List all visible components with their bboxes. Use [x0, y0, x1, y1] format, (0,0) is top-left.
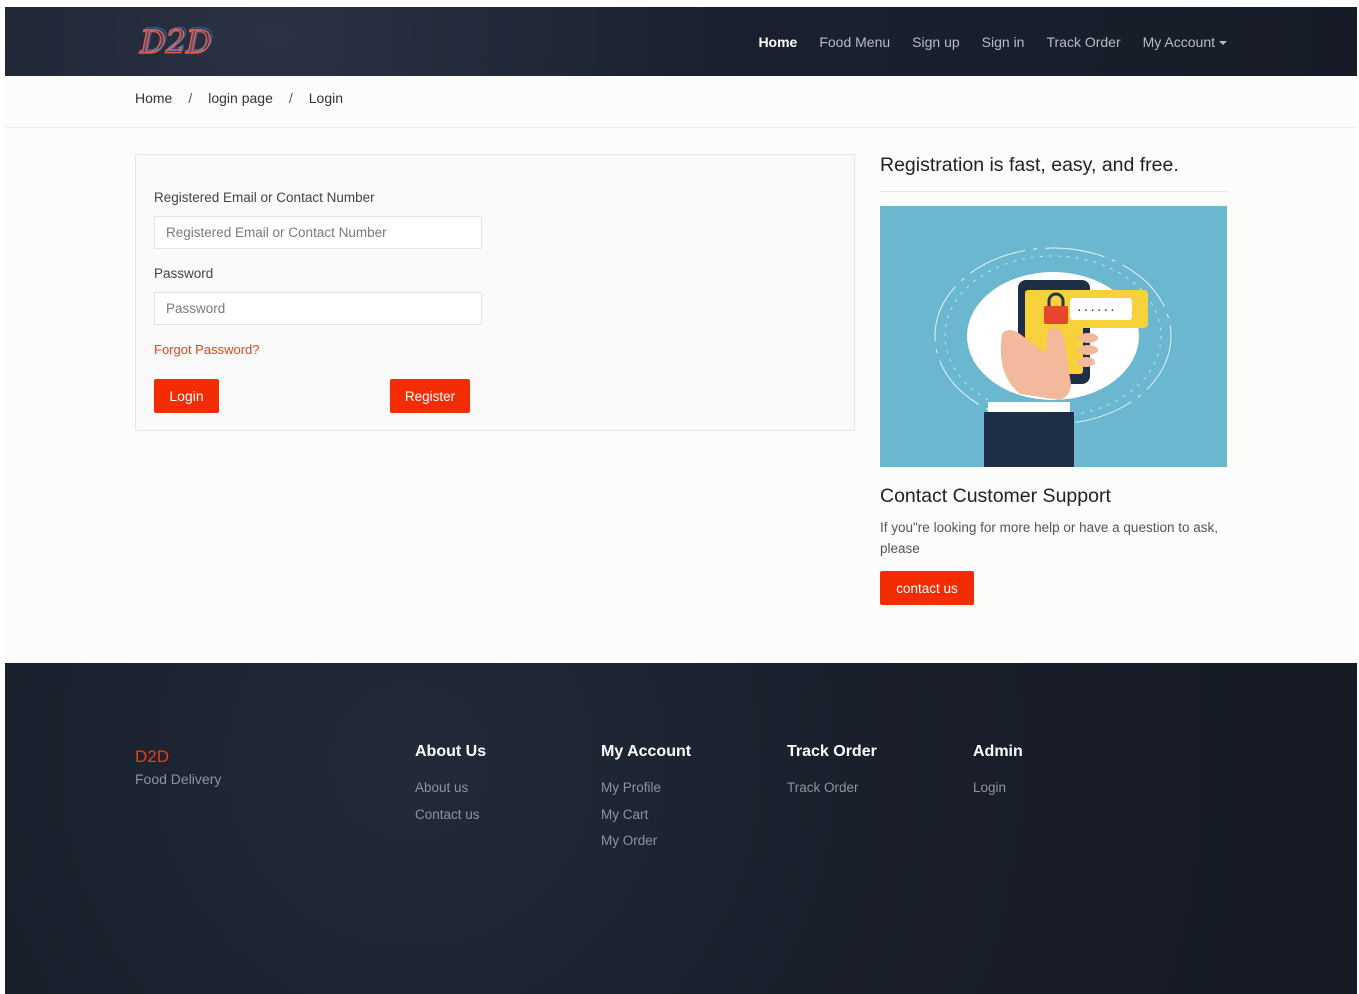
- footer-link-my-profile[interactable]: My Profile: [601, 775, 691, 802]
- password-input[interactable]: [154, 292, 482, 325]
- breadcrumb-home[interactable]: Home: [135, 90, 172, 106]
- breadcrumb-separator: /: [188, 90, 193, 106]
- breadcrumb-trail: Home / login page / Login: [135, 90, 343, 106]
- svg-text:······: ······: [1076, 304, 1116, 317]
- footer-col-admin: Admin Login: [973, 743, 1023, 802]
- login-button[interactable]: Login: [154, 379, 219, 413]
- footer-col-track: Track Order Track Order: [787, 743, 877, 802]
- breadcrumb-login-page[interactable]: login page: [208, 90, 273, 106]
- register-button[interactable]: Register: [390, 379, 470, 413]
- footer-brand-subtitle: Food Delivery: [135, 771, 222, 787]
- password-label: Password: [154, 266, 214, 281]
- footer-col-about: About Us About us Contact us: [415, 743, 486, 828]
- email-label: Registered Email or Contact Number: [154, 190, 375, 205]
- footer-col-account: My Account My Profile My Cart My Order: [601, 743, 691, 855]
- support-heading: Contact Customer Support: [880, 485, 1111, 507]
- contact-us-button[interactable]: contact us: [880, 571, 974, 605]
- phone-login-illustration: ······: [880, 206, 1227, 467]
- nav-my-account-dropdown[interactable]: My Account: [1143, 34, 1227, 50]
- page-frame: D2D D2D Home Food Menu Sign up Sign in T…: [5, 7, 1357, 994]
- nav-sign-in[interactable]: Sign in: [982, 34, 1025, 50]
- footer-brand[interactable]: D2D: [135, 747, 169, 767]
- footer-link-about-us[interactable]: About us: [415, 775, 486, 802]
- nav-home[interactable]: Home: [758, 34, 797, 50]
- breadcrumb-current: Login: [308, 90, 344, 106]
- email-input[interactable]: [154, 216, 482, 249]
- nav-my-account-label: My Account: [1142, 33, 1215, 50]
- footer-link-track-order[interactable]: Track Order: [787, 775, 877, 802]
- nav-links: Home Food Menu Sign up Sign in Track Ord…: [736, 7, 1227, 76]
- breadcrumb: Home / login page / Login: [5, 76, 1357, 128]
- footer-col-title: About Us: [415, 743, 487, 760]
- footer: D2D Food Delivery About Us About us Cont…: [5, 663, 1357, 994]
- forgot-password-link[interactable]: Forgot Password?: [154, 342, 260, 357]
- support-text: If you"re looking for more help or have …: [880, 520, 1218, 556]
- caret-down-icon: [1219, 40, 1227, 45]
- nav-track-order[interactable]: Track Order: [1046, 34, 1120, 50]
- footer-col-title: My Account: [601, 743, 692, 760]
- footer-col-title: Admin: [973, 743, 1023, 760]
- footer-link-contact-us[interactable]: Contact us: [415, 802, 486, 829]
- breadcrumb-separator: /: [288, 90, 293, 106]
- divider: [880, 191, 1227, 192]
- login-panel: Registered Email or Contact Number Passw…: [135, 154, 855, 431]
- footer-link-my-cart[interactable]: My Cart: [601, 802, 691, 829]
- nav-sign-up[interactable]: Sign up: [912, 34, 959, 50]
- nav-food-menu[interactable]: Food Menu: [819, 34, 890, 50]
- logo-text-shadow: D2D: [141, 21, 214, 59]
- registration-heading: Registration is fast, easy, and free.: [880, 154, 1179, 176]
- footer-link-admin-login[interactable]: Login: [973, 775, 1023, 802]
- navbar: D2D D2D Home Food Menu Sign up Sign in T…: [5, 7, 1357, 76]
- d2d-logo[interactable]: D2D D2D: [136, 21, 226, 61]
- footer-col-title: Track Order: [787, 743, 877, 760]
- footer-link-my-order[interactable]: My Order: [601, 828, 691, 855]
